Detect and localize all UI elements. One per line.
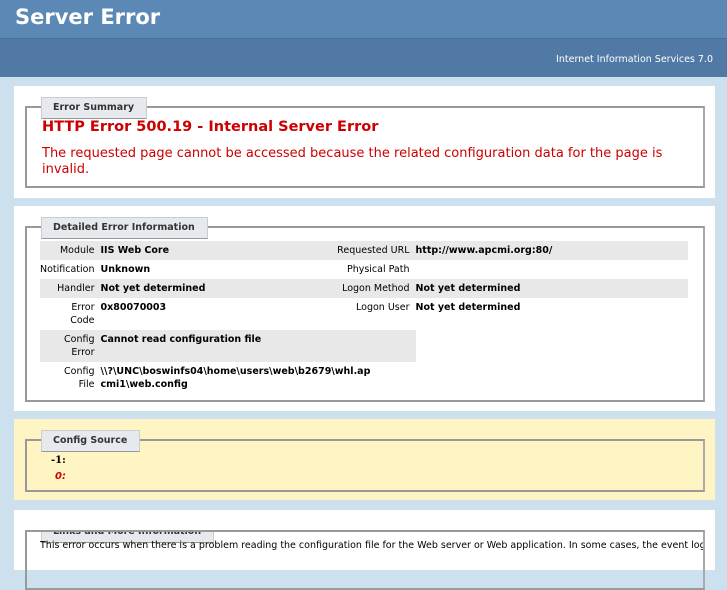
error-details-table: Module IIS Web Core Requested URL http:/… <box>40 241 688 394</box>
field-label: Logon User <box>356 302 410 313</box>
field-label: Config File <box>64 366 95 390</box>
field-value: Cannot read configuration file <box>100 330 416 362</box>
config-source-legend: Config Source <box>41 430 141 452</box>
links-text: This error occurs when there is a proble… <box>40 540 705 551</box>
config-source-line-highlight: 0: <box>55 471 66 482</box>
field-value: http://www.apcmi.org:80/ <box>415 241 688 260</box>
product-name: Internet Information Services 7.0 <box>0 38 727 77</box>
field-label: Handler <box>40 279 101 298</box>
field-value: 0x80070003 <box>100 302 167 313</box>
detailed-error-panel: Detailed Error Information Module IIS We… <box>14 206 715 411</box>
field-value: Not yet determined <box>100 279 251 298</box>
field-label: Config Error <box>40 330 101 362</box>
page-title: Server Error <box>0 0 727 38</box>
field-value: Unknown <box>100 264 151 275</box>
table-row: Error Code 0x80070003 Logon User Not yet… <box>40 298 688 330</box>
table-row: Config Error Cannot read configuration f… <box>40 330 688 362</box>
error-message: The requested page cannot be accessed be… <box>42 146 663 177</box>
error-summary-panel: Error Summary HTTP Error 500.19 - Intern… <box>14 86 715 198</box>
error-summary-legend: Error Summary <box>41 97 148 119</box>
field-label: Module <box>40 241 101 260</box>
table-row: Handler Not yet determined Logon Method … <box>40 279 688 298</box>
links-panel: Links and More Information This error oc… <box>14 510 715 590</box>
field-label: Error Code <box>70 302 95 326</box>
config-source-panel: Config Source -1: 0: <box>14 419 715 500</box>
field-label: Physical Path <box>346 264 410 275</box>
field-value: \\?\UNC\boswinfs04\home\users\web\b2679\… <box>100 366 371 390</box>
config-source-line: -1: <box>51 455 66 466</box>
detailed-error-legend: Detailed Error Information <box>41 217 208 239</box>
links-fieldset: Links and More Information This error oc… <box>25 530 705 590</box>
table-row: Config File \\?\UNC\boswinfs04\home\user… <box>40 362 688 394</box>
field-label: Logon Method <box>250 279 416 298</box>
field-label: Requested URL <box>250 241 416 260</box>
field-label: Notification <box>40 264 95 275</box>
field-value <box>416 260 688 279</box>
field-value: IIS Web Core <box>100 241 251 260</box>
table-row: Notification Unknown Physical Path <box>40 260 688 279</box>
error-summary-fieldset: Error Summary HTTP Error 500.19 - Intern… <box>25 97 705 188</box>
field-value: Not yet determined <box>415 279 688 298</box>
config-source-fieldset: Config Source -1: 0: <box>25 430 705 492</box>
field-value: Not yet determined <box>415 302 521 313</box>
table-row: Module IIS Web Core Requested URL http:/… <box>40 241 688 260</box>
detailed-error-fieldset: Detailed Error Information Module IIS We… <box>25 217 705 402</box>
error-title: HTTP Error 500.19 - Internal Server Erro… <box>42 119 379 135</box>
